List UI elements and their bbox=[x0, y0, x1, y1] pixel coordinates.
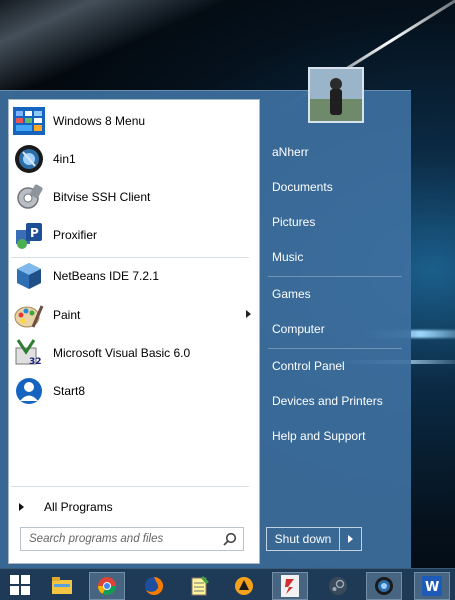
program-proxifier[interactable]: P Proxifier bbox=[11, 217, 257, 253]
windows-logo-icon bbox=[10, 575, 30, 595]
search-icon[interactable] bbox=[223, 532, 237, 551]
submenu-arrow-icon[interactable] bbox=[246, 310, 251, 318]
program-label: Paint bbox=[53, 308, 81, 322]
program-start8[interactable]: Start8 bbox=[11, 373, 257, 409]
program-windows8-menu[interactable]: Windows 8 Menu bbox=[11, 103, 257, 139]
proxifier-icon: P bbox=[13, 219, 45, 251]
start-menu: Windows 8 Menu 4in1 Bitvise SSH Client P… bbox=[0, 90, 411, 568]
right-item-music[interactable]: Music bbox=[266, 243, 402, 271]
vlc-icon[interactable] bbox=[226, 572, 262, 600]
right-item-label: Documents bbox=[272, 180, 333, 194]
right-item-label: Computer bbox=[272, 322, 325, 336]
program-label: NetBeans IDE 7.2.1 bbox=[53, 269, 160, 283]
right-item-label: Help and Support bbox=[272, 429, 366, 443]
steam-icon[interactable] bbox=[320, 572, 356, 600]
right-item-label: Music bbox=[272, 250, 304, 264]
right-item-label: Pictures bbox=[272, 215, 316, 229]
4in1-icon bbox=[13, 143, 45, 175]
divider bbox=[268, 348, 402, 349]
right-item-documents[interactable]: Documents bbox=[266, 173, 402, 201]
program-netbeans[interactable]: NetBeans IDE 7.2.1 bbox=[11, 258, 257, 294]
user-name: aNherr bbox=[272, 145, 309, 159]
right-item-label: Games bbox=[272, 287, 311, 301]
chrome-icon[interactable] bbox=[89, 572, 125, 600]
4in1-taskbar-icon[interactable] bbox=[366, 572, 402, 600]
shutdown-options-button[interactable] bbox=[339, 528, 361, 550]
program-paint[interactable]: Paint bbox=[11, 297, 257, 333]
shutdown-button[interactable]: Shut down bbox=[267, 528, 339, 550]
arrow-right-icon bbox=[348, 535, 353, 543]
right-item-label: Devices and Printers bbox=[272, 394, 383, 408]
right-item-control-panel[interactable]: Control Panel bbox=[266, 352, 402, 380]
program-label: Start8 bbox=[53, 384, 86, 398]
right-item-help-and-support[interactable]: Help and Support bbox=[266, 422, 402, 450]
word-icon[interactable]: W bbox=[414, 572, 450, 600]
firefox-icon[interactable] bbox=[136, 572, 172, 600]
divider bbox=[268, 276, 402, 277]
start-button[interactable] bbox=[0, 569, 40, 600]
right-item-computer[interactable]: Computer bbox=[266, 315, 402, 343]
program-bitvise-ssh-client[interactable]: Bitvise SSH Client bbox=[11, 179, 257, 215]
start8-icon bbox=[13, 375, 45, 407]
right-item-label: Control Panel bbox=[272, 359, 345, 373]
all-programs-label: All Programs bbox=[44, 500, 113, 514]
arrow-right-icon bbox=[19, 503, 24, 511]
program-label: Microsoft Visual Basic 6.0 bbox=[53, 346, 191, 360]
svg-text:P: P bbox=[30, 226, 39, 240]
program-4in1[interactable]: 4in1 bbox=[11, 141, 257, 177]
filezilla-icon[interactable] bbox=[272, 572, 308, 600]
bitvise-icon bbox=[13, 181, 45, 213]
programs-panel: Windows 8 Menu 4in1 Bitvise SSH Client P… bbox=[8, 99, 260, 564]
right-item-devices-and-printers[interactable]: Devices and Printers bbox=[266, 387, 402, 415]
program-label: Windows 8 Menu bbox=[53, 114, 146, 128]
search-box[interactable] bbox=[20, 527, 244, 551]
netbeans-icon bbox=[13, 260, 45, 292]
taskbar: W bbox=[0, 568, 455, 600]
svg-text:W: W bbox=[425, 580, 439, 595]
program-label: Bitvise SSH Client bbox=[53, 190, 151, 204]
shutdown-group: Shut down bbox=[266, 527, 362, 551]
svg-text:32: 32 bbox=[29, 357, 42, 367]
program-visual-basic[interactable]: 32 Microsoft Visual Basic 6.0 bbox=[11, 335, 257, 371]
all-programs-button[interactable]: All Programs bbox=[19, 495, 249, 519]
windows8-menu-icon bbox=[13, 105, 45, 137]
visual-basic-icon: 32 bbox=[13, 337, 45, 369]
search-input[interactable] bbox=[29, 533, 219, 545]
file-explorer-icon[interactable] bbox=[44, 572, 80, 600]
program-label: 4in1 bbox=[53, 152, 76, 166]
paint-icon bbox=[13, 299, 45, 331]
notepad-icon[interactable] bbox=[182, 572, 218, 600]
divider bbox=[11, 486, 249, 487]
user-avatar[interactable] bbox=[308, 67, 364, 123]
right-item-games[interactable]: Games bbox=[266, 280, 402, 308]
right-item-pictures[interactable]: Pictures bbox=[266, 208, 402, 236]
program-label: Proxifier bbox=[53, 228, 98, 242]
user-name-link[interactable]: aNherr bbox=[266, 138, 402, 166]
wallpaper-light-beam bbox=[0, 0, 455, 101]
